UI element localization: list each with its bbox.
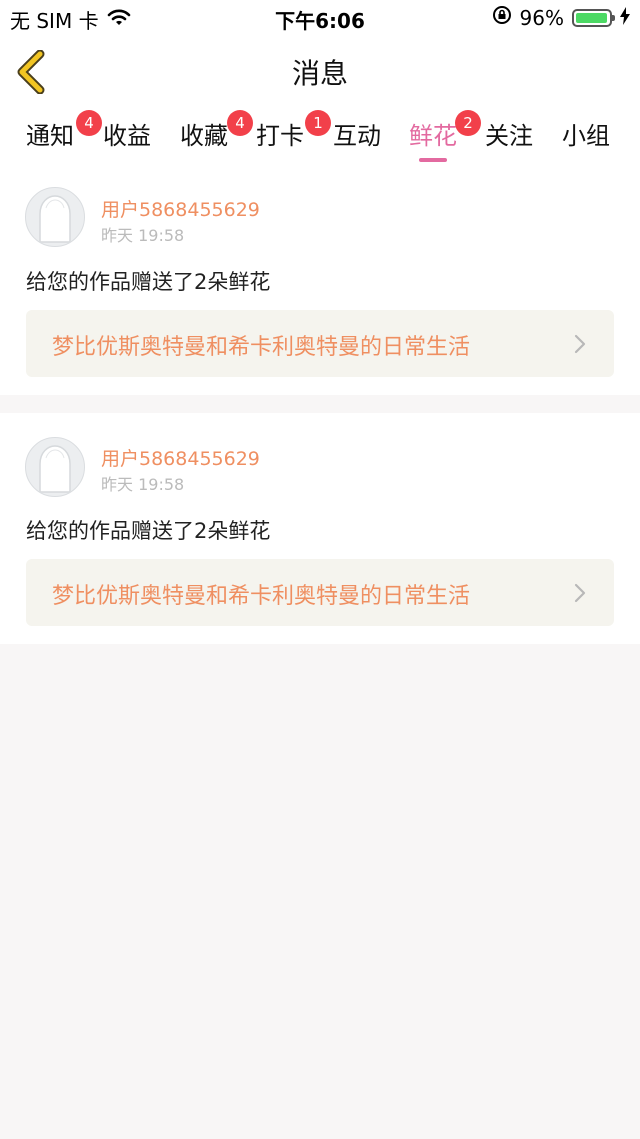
tab-interaction[interactable]: 互动 xyxy=(333,116,381,160)
badge-count: 2 xyxy=(455,110,481,136)
tab-bar: 通知 4 收益 收藏 4 打卡 1 互动 鲜花 2 关注 小组 xyxy=(0,108,640,168)
tab-label: 关注 xyxy=(485,122,533,150)
chevron-right-icon xyxy=(574,334,586,354)
message-text: 给您的作品赠送了2朵鲜花 xyxy=(26,270,271,294)
tab-label: 收藏 xyxy=(180,122,228,150)
battery-percent: 96% xyxy=(519,5,564,30)
work-link[interactable]: 梦比优斯奥特曼和希卡利奥特曼的日常生活 xyxy=(26,559,614,626)
tab-groups[interactable]: 小组 xyxy=(562,116,610,160)
timestamp: 昨天 19:58 xyxy=(101,226,185,245)
rotation-lock-icon xyxy=(492,5,512,30)
avatar[interactable] xyxy=(25,187,85,247)
username[interactable]: 用户5868455629 xyxy=(101,444,260,471)
badge-count: 4 xyxy=(227,110,253,136)
chevron-right-icon xyxy=(574,583,586,603)
avatar[interactable] xyxy=(25,437,85,497)
username[interactable]: 用户5868455629 xyxy=(101,195,260,222)
user-placeholder-icon xyxy=(39,195,71,243)
message-card: 用户5868455629 昨天 19:58 给您的作品赠送了2朵鲜花 梦比优斯奥… xyxy=(0,413,640,644)
nav-bar: 消息 xyxy=(0,36,640,109)
tab-label: 通知 xyxy=(26,122,74,150)
page-title: 消息 xyxy=(291,57,348,90)
tab-label: 互动 xyxy=(333,122,381,150)
tab-earnings[interactable]: 收益 xyxy=(103,116,151,160)
status-bar: 无 SIM 卡 下午6:06 96% xyxy=(0,0,640,36)
work-link[interactable]: 梦比优斯奥特曼和希卡利奥特曼的日常生活 xyxy=(26,310,614,377)
message-text: 给您的作品赠送了2朵鲜花 xyxy=(26,519,271,543)
battery-icon xyxy=(572,8,615,27)
tab-favorites[interactable]: 收藏 4 xyxy=(180,110,253,160)
tab-label: 打卡 xyxy=(256,122,304,150)
badge-count: 1 xyxy=(305,110,331,136)
tab-flowers[interactable]: 鲜花 2 xyxy=(409,110,481,162)
battery-fill xyxy=(576,12,607,23)
work-title: 梦比优斯奥特曼和希卡利奥特曼的日常生活 xyxy=(52,584,471,609)
badge-count: 4 xyxy=(76,110,102,136)
message-card: 用户5868455629 昨天 19:58 给您的作品赠送了2朵鲜花 梦比优斯奥… xyxy=(0,168,640,395)
active-tab-indicator xyxy=(419,158,447,162)
charging-icon xyxy=(620,6,630,30)
tab-notifications[interactable]: 通知 4 xyxy=(26,110,102,160)
timestamp: 昨天 19:58 xyxy=(101,475,185,494)
work-title: 梦比优斯奥特曼和希卡利奥特曼的日常生活 xyxy=(52,335,471,360)
tab-label: 鲜花 xyxy=(409,122,457,150)
tab-label: 小组 xyxy=(562,122,610,150)
user-placeholder-icon xyxy=(39,445,71,493)
tab-checkin[interactable]: 打卡 1 xyxy=(256,110,331,160)
tab-following[interactable]: 关注 xyxy=(485,116,533,160)
tab-label: 收益 xyxy=(103,122,151,150)
status-right: 96% xyxy=(492,5,630,30)
